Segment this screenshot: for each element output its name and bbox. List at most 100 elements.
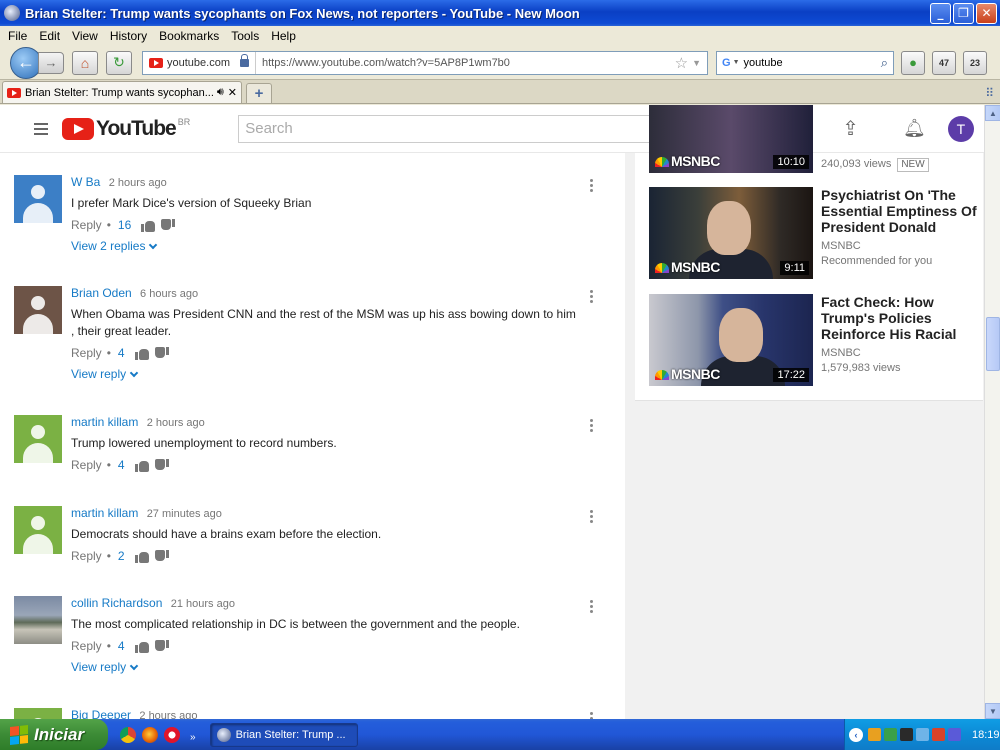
view-replies-button[interactable]: View 2 replies <box>71 239 576 253</box>
reply-button[interactable]: Reply <box>71 346 102 360</box>
comment-time[interactable]: 6 hours ago <box>140 288 198 300</box>
guide-menu-icon[interactable] <box>34 122 48 135</box>
google-engine-icon[interactable]: G <box>722 57 731 69</box>
video-title[interactable]: Fact Check: How Trump's Policies Reinfor… <box>821 294 981 342</box>
page-scrollbar[interactable]: ▲ ▼ <box>984 105 1000 719</box>
menu-edit[interactable]: Edit <box>33 29 66 43</box>
view-replies-button[interactable]: View reply <box>71 367 576 381</box>
tray-app-icon-3[interactable] <box>900 728 913 741</box>
youtube-logo[interactable]: YouTube BR <box>62 117 190 141</box>
tray-clock[interactable]: 18:19 <box>972 729 1000 741</box>
comment-author[interactable]: Big Deeper <box>71 708 131 719</box>
scrollbar-thumb[interactable] <box>986 317 1000 371</box>
start-button[interactable]: Iniciar <box>0 719 108 750</box>
chrome-icon[interactable] <box>120 726 136 743</box>
comment-time[interactable]: 2 hours ago <box>147 417 205 429</box>
youtube-search-input[interactable]: Search <box>238 114 717 143</box>
comment-time[interactable]: 2 hours ago <box>109 177 167 189</box>
reload-button[interactable]: ↻ <box>106 50 132 75</box>
menu-bookmarks[interactable]: Bookmarks <box>153 29 225 43</box>
reply-button[interactable]: Reply <box>71 458 102 472</box>
view-replies-button[interactable]: View reply <box>71 660 576 674</box>
new-tab-button[interactable]: + <box>246 83 272 103</box>
engine-dropdown-icon[interactable]: ▼ <box>733 59 740 66</box>
comment-menu-icon[interactable] <box>590 179 594 192</box>
thumbs-down-icon[interactable] <box>155 550 169 563</box>
comment-menu-icon[interactable] <box>590 510 594 523</box>
comment-menu-icon[interactable] <box>590 290 594 303</box>
extension-button-3[interactable]: 23 <box>963 50 987 75</box>
forward-button[interactable]: → <box>38 51 64 74</box>
quick-launch-more[interactable]: » <box>190 732 196 743</box>
comment-menu-icon[interactable] <box>590 600 594 613</box>
thumbs-up-icon[interactable] <box>134 640 149 653</box>
account-avatar[interactable]: T <box>947 115 974 142</box>
video-title[interactable]: Psychiatrist On 'The Essential Emptiness… <box>821 187 981 235</box>
tab-list-icon[interactable]: ⠿ <box>985 86 994 100</box>
tray-app-icon-1[interactable] <box>868 728 881 741</box>
extension-button-2[interactable]: 47 <box>932 50 956 75</box>
comment-avatar[interactable] <box>14 506 62 554</box>
thumbs-up-icon[interactable] <box>141 219 156 232</box>
comment-menu-icon[interactable] <box>590 712 594 719</box>
window-titlebar[interactable]: Brian Stelter: Trump wants sycophants on… <box>0 0 1000 26</box>
site-identity[interactable]: youtube.com <box>143 51 256 74</box>
comment-author[interactable]: Brian Oden <box>71 286 132 300</box>
url-input[interactable]: https://www.youtube.com/watch?v=5AP8P1wm… <box>256 57 675 69</box>
tray-expand-icon[interactable]: ‹ <box>849 727 863 742</box>
scroll-down-arrow-icon[interactable]: ▼ <box>985 703 1000 719</box>
video-channel[interactable]: MSNBC <box>821 239 981 254</box>
menu-help[interactable]: Help <box>265 29 302 43</box>
thumbs-down-icon[interactable] <box>155 347 169 360</box>
bookmark-star-icon[interactable]: ☆ <box>675 54 688 72</box>
menu-view[interactable]: View <box>66 29 104 43</box>
opera-icon[interactable] <box>164 726 180 743</box>
taskbar-window-button[interactable]: Brian Stelter: Trump ... <box>209 722 358 747</box>
thumbs-down-icon[interactable] <box>155 640 169 653</box>
thumbs-down-icon[interactable] <box>155 459 169 472</box>
reply-button[interactable]: Reply <box>71 218 102 232</box>
notifications-bell-icon[interactable]: 🔔︎ <box>903 118 926 139</box>
url-bar[interactable]: youtube.com https://www.youtube.com/watc… <box>142 50 708 75</box>
tab-active[interactable]: Brian Stelter: Trump wants sycophan... 🔊… <box>2 81 242 103</box>
comment-author[interactable]: martin killam <box>71 415 138 429</box>
tray-network-icon[interactable] <box>916 728 929 741</box>
comment-author[interactable]: martin killam <box>71 506 138 520</box>
comment-avatar[interactable] <box>14 286 62 334</box>
comment-author[interactable]: W Ba <box>71 175 100 189</box>
menu-history[interactable]: History <box>104 29 153 43</box>
video-thumbnail[interactable]: MSNBC 9:11 <box>649 187 813 279</box>
comment-avatar[interactable] <box>14 708 62 719</box>
thumbs-down-icon[interactable] <box>161 219 175 232</box>
url-history-dropdown-icon[interactable]: ▼ <box>692 58 701 68</box>
extension-button-1[interactable]: ● <box>901 50 925 75</box>
thumbs-up-icon[interactable] <box>134 550 149 563</box>
thumbs-up-icon[interactable] <box>134 459 149 472</box>
comment-avatar[interactable] <box>14 175 62 223</box>
upload-icon[interactable]: ⇪ <box>842 116 859 141</box>
comment-avatar-photo[interactable] <box>14 596 62 644</box>
video-thumbnail[interactable]: MSNBC 10:10 <box>649 105 813 173</box>
comment-time[interactable]: 21 hours ago <box>171 598 235 610</box>
comment-time[interactable]: 2 hours ago <box>139 710 197 719</box>
video-channel[interactable]: MSNBC <box>821 346 981 361</box>
home-button[interactable]: ⌂ <box>72 50 98 75</box>
minimize-button[interactable]: _ <box>930 2 951 24</box>
menu-file[interactable]: File <box>2 29 33 43</box>
comment-time[interactable]: 27 minutes ago <box>147 508 222 520</box>
video-thumbnail[interactable]: MSNBC 17:22 <box>649 294 813 386</box>
firefox-icon[interactable] <box>142 726 158 743</box>
tray-security-icon[interactable] <box>932 728 945 741</box>
search-icon[interactable]: ⌕ <box>881 55 888 71</box>
speaker-icon[interactable]: 🔊︎ <box>217 86 224 99</box>
reply-button[interactable]: Reply <box>71 639 102 653</box>
close-window-button[interactable]: ✕ <box>976 2 997 24</box>
tray-app-icon-4[interactable] <box>948 728 961 741</box>
web-search-bar[interactable]: G ▼ youtube ⌕ <box>716 50 894 75</box>
maximize-button[interactable]: ❐ <box>953 2 974 24</box>
reply-button[interactable]: Reply <box>71 549 102 563</box>
close-tab-icon[interactable]: ✕ <box>228 86 237 99</box>
thumbs-up-icon[interactable] <box>134 347 149 360</box>
comment-menu-icon[interactable] <box>590 419 594 432</box>
comment-author[interactable]: collin Richardson <box>71 596 162 610</box>
